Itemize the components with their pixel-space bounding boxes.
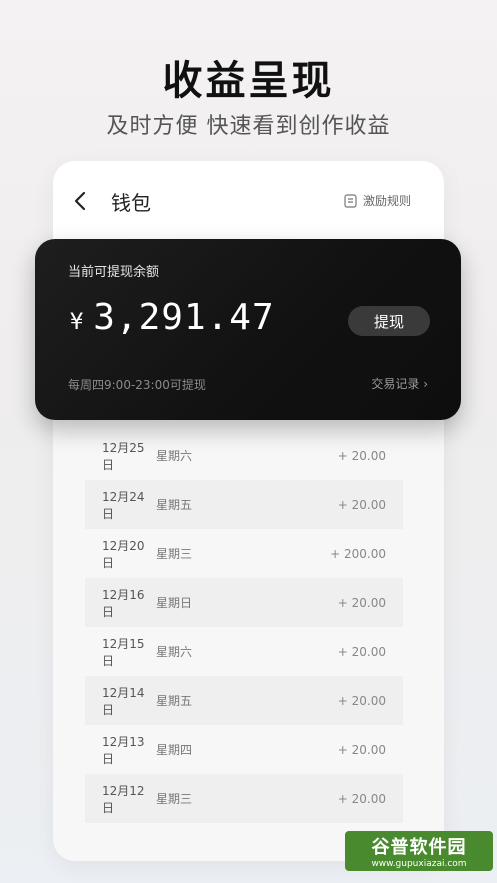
transaction-date: 12月16日 xyxy=(102,587,145,619)
transaction-date: 12月15日 xyxy=(102,636,145,668)
currency-symbol: ¥ xyxy=(70,310,84,335)
transaction-amount: + 20.00 xyxy=(337,693,386,708)
transaction-records-link[interactable]: 交易记录 › xyxy=(371,375,428,392)
list-item[interactable]: 12月13日 星期四 + 20.00 xyxy=(85,725,403,774)
transaction-weekday: 星期五 xyxy=(156,694,193,708)
balance-amount: ¥ 3,291.47 xyxy=(70,297,275,338)
transaction-date: 12月20日 xyxy=(102,538,145,570)
list-item[interactable]: 12月20日 星期三 + 200.00 xyxy=(85,529,403,578)
hero-title: 收益呈现 xyxy=(162,58,335,104)
balance-value: 3,291.47 xyxy=(93,297,275,338)
balance-card: 当前可提现余额 ¥ 3,291.47 提现 每周四9:00-23:00可提现 交… xyxy=(35,239,461,420)
transaction-weekday: 星期六 xyxy=(156,449,193,463)
page-title: 钱包 xyxy=(111,191,151,215)
transaction-amount: + 20.00 xyxy=(337,595,386,610)
list-item[interactable]: 12月14日 星期五 + 20.00 xyxy=(85,676,403,725)
list-item[interactable]: 12月12日 星期三 + 20.00 xyxy=(85,774,403,823)
transaction-amount: + 200.00 xyxy=(330,546,386,561)
transaction-date: 12月13日 xyxy=(102,734,145,766)
rules-link[interactable]: 激励规则 xyxy=(344,192,411,209)
document-icon xyxy=(344,193,357,208)
back-arrow-icon[interactable] xyxy=(73,191,87,211)
transaction-weekday: 星期三 xyxy=(156,547,193,561)
withdraw-button[interactable]: 提现 xyxy=(348,306,430,336)
transaction-list: 12月25日 星期六 + 20.00 12月24日 星期五 + 20.00 12… xyxy=(85,431,403,823)
watermark-url: www.gupuxiazai.com xyxy=(371,859,467,869)
hero-subtitle: 及时方便 快速看到创作收益 xyxy=(106,114,391,139)
transaction-amount: + 20.00 xyxy=(337,497,386,512)
transaction-amount: + 20.00 xyxy=(337,742,386,757)
transaction-weekday: 星期日 xyxy=(156,596,193,610)
transaction-weekday: 星期三 xyxy=(156,792,193,806)
rules-label: 激励规则 xyxy=(362,194,411,208)
transaction-date: 12月25日 xyxy=(102,440,145,472)
list-item[interactable]: 12月25日 星期六 + 20.00 xyxy=(85,431,403,480)
list-item[interactable]: 12月24日 星期五 + 20.00 xyxy=(85,480,403,529)
balance-label: 当前可提现余额 xyxy=(68,265,160,280)
wallet-header: 钱包 激励规则 xyxy=(53,161,444,239)
transaction-amount: + 20.00 xyxy=(337,448,386,463)
list-item[interactable]: 12月16日 星期日 + 20.00 xyxy=(85,578,403,627)
transaction-amount: + 20.00 xyxy=(337,644,386,659)
watermark-logo: 谷普软件园 www.gupuxiazai.com xyxy=(345,831,493,871)
transaction-date: 12月14日 xyxy=(102,685,145,717)
watermark-name: 谷普软件园 xyxy=(371,837,467,858)
transaction-weekday: 星期五 xyxy=(156,498,193,512)
list-item[interactable]: 12月15日 星期六 + 20.00 xyxy=(85,627,403,676)
transaction-date: 12月24日 xyxy=(102,489,145,521)
withdraw-schedule-note: 每周四9:00-23:00可提现 xyxy=(68,378,206,392)
transaction-weekday: 星期四 xyxy=(156,743,193,757)
transaction-amount: + 20.00 xyxy=(337,791,386,806)
transaction-date: 12月12日 xyxy=(102,783,145,815)
transaction-weekday: 星期六 xyxy=(156,645,193,659)
